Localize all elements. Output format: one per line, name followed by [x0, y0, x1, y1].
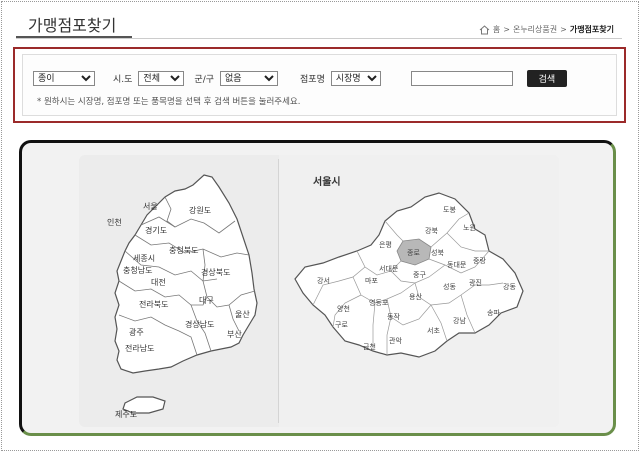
page-title: 가맹점포찾기: [28, 16, 117, 35]
district-label[interactable]: 양천: [337, 304, 350, 313]
district-label[interactable]: 송파: [487, 308, 500, 317]
district-label[interactable]: 노원: [463, 223, 476, 232]
breadcrumb-separator: >: [503, 25, 510, 34]
district-label[interactable]: 중구: [413, 271, 426, 279]
sido-select[interactable]: 전체: [138, 71, 185, 86]
region-label[interactable]: 전라남도: [125, 343, 154, 353]
breadcrumb-home[interactable]: 홈: [493, 24, 500, 35]
region-label[interactable]: 제주도: [115, 410, 137, 419]
region-label[interactable]: 경기도: [145, 225, 167, 235]
korea-map: 인천 서울 강원도 경기도 충청북도 세종시 충청남도 경상북도 대전 전라북도…: [107, 174, 258, 419]
seoul-outline: [294, 192, 524, 358]
district-label[interactable]: 강동: [503, 282, 516, 291]
breadcrumb: 홈 > 온누리상품권 > 가맹점포찾기: [479, 24, 614, 35]
district-label[interactable]: 강북: [425, 226, 438, 235]
map-panel: 인천 서울 강원도 경기도 충청북도 세종시 충청남도 경상북도 대전 전라북도…: [19, 140, 616, 436]
region-label[interactable]: 충청남도: [123, 266, 152, 275]
district-label[interactable]: 관악: [389, 336, 402, 345]
district-label[interactable]: 서대문: [379, 264, 399, 273]
region-label[interactable]: 인천: [107, 217, 122, 227]
region-label[interactable]: 세종시: [133, 254, 155, 263]
district-label[interactable]: 도봉: [443, 206, 456, 214]
store-type-select[interactable]: 시장명: [330, 71, 381, 86]
breadcrumb-section[interactable]: 온누리상품권: [513, 24, 557, 35]
district-label[interactable]: 성북: [431, 248, 444, 257]
search-row: 종이 시.도 전체 군/구 없음 점포명 시장명 검색: [33, 70, 567, 87]
district-label[interactable]: 금천: [363, 342, 376, 351]
district-label[interactable]: 영등포: [369, 298, 389, 307]
region-label[interactable]: 전라북도: [139, 299, 168, 309]
region-label[interactable]: 충청북도: [169, 246, 198, 255]
region-label[interactable]: 강원도: [189, 205, 211, 215]
district-label[interactable]: 종로: [407, 249, 420, 257]
region-label[interactable]: 부산: [227, 329, 242, 339]
region-label[interactable]: 경상북도: [201, 267, 230, 277]
search-panel: 종이 시.도 전체 군/구 없음 점포명 시장명 검색 * 원하시는 시장명, …: [13, 47, 626, 123]
search-note: * 원하시는 시장명, 점포명 또는 품목명을 선택 후 검색 버튼을 눌러주세…: [37, 97, 301, 107]
district-label[interactable]: 동대문: [447, 261, 467, 269]
region-label[interactable]: 울산: [235, 309, 250, 319]
district-label[interactable]: 성동: [443, 282, 456, 291]
map-card: 인천 서울 강원도 경기도 충청북도 세종시 충청남도 경상북도 대전 전라북도…: [79, 155, 559, 427]
district-label[interactable]: 용산: [409, 292, 422, 301]
store-label: 점포명: [300, 75, 325, 85]
seoul-map: 서울시 도봉 강북 노원 은평 성북 중랑 종로 동대문 서대문 강서 마포 중…: [294, 175, 524, 358]
district-label[interactable]: 강서: [317, 276, 330, 285]
district-label[interactable]: 광진: [469, 278, 482, 287]
gungu-label: 군/구: [194, 75, 215, 85]
home-icon[interactable]: [479, 24, 490, 35]
region-label[interactable]: 대구: [199, 296, 214, 305]
district-label[interactable]: 서초: [427, 326, 440, 335]
breadcrumb-current: 가맹점포찾기: [569, 25, 614, 34]
search-panel-inner: 종이 시.도 전체 군/구 없음 점포명 시장명 검색 * 원하시는 시장명, …: [22, 54, 617, 116]
type-select[interactable]: 종이: [33, 71, 95, 86]
region-label[interactable]: 대전: [151, 277, 166, 287]
district-label[interactable]: 은평: [379, 240, 392, 249]
title-divider: [16, 38, 622, 39]
gungu-select[interactable]: 없음: [220, 71, 279, 86]
breadcrumb-separator: >: [560, 25, 567, 34]
sido-label: 시.도: [113, 75, 133, 85]
seoul-map-title: 서울시: [313, 175, 341, 188]
district-label[interactable]: 강남: [453, 316, 466, 325]
district-label[interactable]: 동작: [387, 312, 400, 321]
region-label[interactable]: 광주: [129, 327, 144, 337]
region-label[interactable]: 서울: [143, 202, 158, 211]
search-button[interactable]: 검색: [526, 70, 567, 87]
district-label[interactable]: 마포: [365, 276, 378, 285]
keyword-input[interactable]: [410, 71, 513, 86]
region-label[interactable]: 경상남도: [185, 319, 214, 329]
district-label[interactable]: 중랑: [473, 257, 486, 265]
district-label[interactable]: 구로: [335, 321, 348, 329]
